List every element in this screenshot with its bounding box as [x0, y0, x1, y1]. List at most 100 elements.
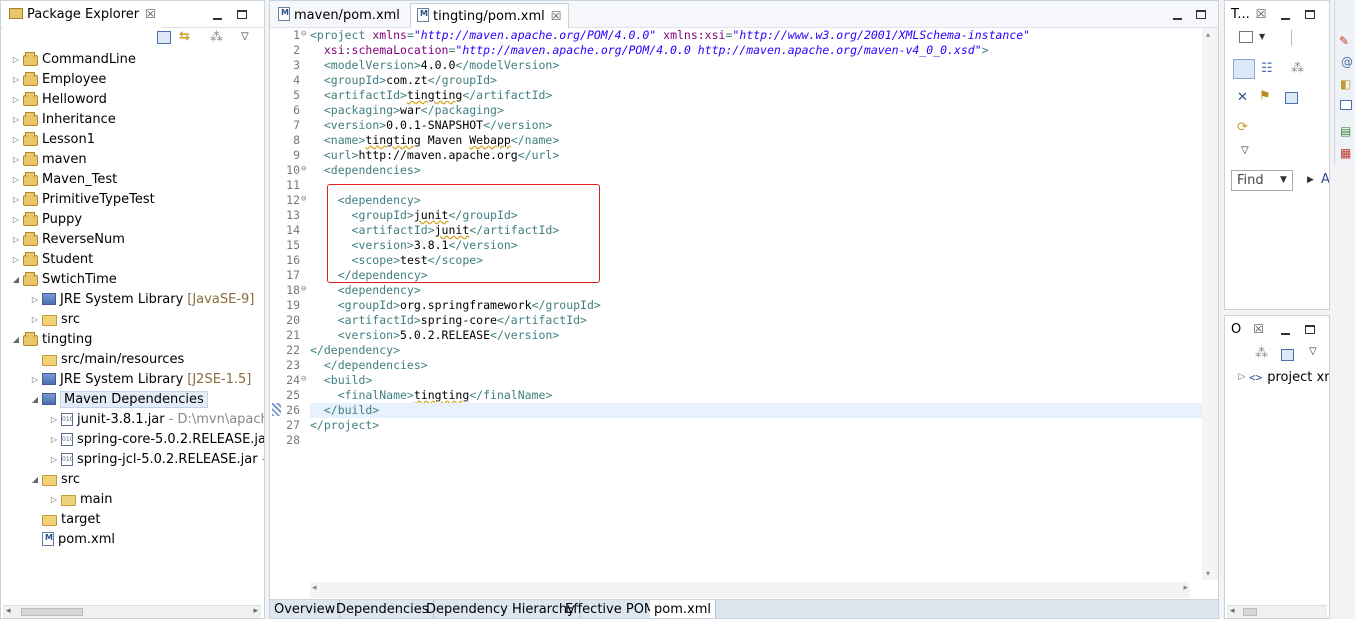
- code-line[interactable]: <finalName>tingting</finalName>: [310, 388, 553, 402]
- code-line[interactable]: <packaging>war</packaging>: [310, 103, 504, 117]
- code-line[interactable]: <url>http://maven.apache.org</url>: [310, 148, 559, 162]
- categorized-icon[interactable]: [1233, 59, 1255, 79]
- collapse-all-icon[interactable]: [1285, 92, 1298, 104]
- tree-item[interactable]: ◢ SwtichTime: [9, 269, 117, 289]
- expand-arrow-icon[interactable]: ▷: [9, 55, 23, 64]
- tab-dependencies[interactable]: Dependencies: [332, 600, 434, 618]
- at-sign-icon[interactable]: @: [1341, 55, 1353, 69]
- tree-item[interactable]: ▷ 010 spring-core-5.0.2.RELEASE.jar: [47, 429, 264, 449]
- collapse-arrow-icon[interactable]: ◢: [28, 395, 42, 404]
- collapse-arrow-icon[interactable]: ◢: [9, 335, 23, 344]
- collapse-arrow-icon[interactable]: ◢: [28, 475, 42, 484]
- outline-item-project[interactable]: ▷ <> project xn: [1235, 367, 1329, 387]
- tab-overview[interactable]: Overview: [270, 600, 341, 618]
- tree-item[interactable]: ▷ PrimitiveTypeTest: [9, 189, 155, 209]
- package-explorer-tab[interactable]: Package Explorer ☒: [3, 3, 162, 28]
- tab-effective-pom[interactable]: Effective POM: [561, 600, 661, 618]
- tree-item[interactable]: pom.xml: [28, 529, 115, 549]
- minimize-icon[interactable]: [1173, 11, 1182, 25]
- tree-item[interactable]: ▷ ReverseNum: [9, 229, 125, 249]
- scroll-right-icon[interactable]: ▸: [1183, 583, 1188, 593]
- find-dropdown-icon[interactable]: ▼: [1280, 175, 1287, 185]
- focus-icon[interactable]: ⚑: [1259, 89, 1271, 104]
- fold-toggle-icon[interactable]: ⊖: [301, 194, 306, 204]
- expand-arrow-icon[interactable]: ▷: [47, 495, 61, 504]
- code-line[interactable]: <artifactId>tingting</artifactId>: [310, 88, 553, 102]
- code-line[interactable]: <dependencies>: [310, 163, 421, 177]
- close-icon[interactable]: ☒: [1256, 7, 1267, 21]
- tree-item[interactable]: ▷ Lesson1: [9, 129, 95, 149]
- vertical-scrollbar[interactable]: ▴ ▾: [1202, 28, 1218, 580]
- scroll-left-icon[interactable]: ◂: [312, 583, 317, 593]
- view-menu-icon[interactable]: ▽: [1241, 145, 1249, 156]
- maximize-icon[interactable]: [1196, 7, 1206, 21]
- tree-item[interactable]: ◢ Maven Dependencies: [28, 389, 208, 409]
- expand-arrow-icon[interactable]: ▷: [47, 455, 61, 464]
- tree-item[interactable]: src/main/resources: [28, 349, 184, 369]
- expand-arrow-icon[interactable]: ▷: [9, 215, 23, 224]
- scheduled-icon[interactable]: ☷: [1261, 61, 1273, 76]
- tree-item[interactable]: ▷010 spring-jcl-5.0.2.RELEASE.jar - D: [47, 449, 264, 469]
- link-with-editor-icon[interactable]: ⇆: [179, 29, 190, 44]
- expand-arrow-icon[interactable]: ▷: [47, 435, 61, 444]
- scroll-down-icon[interactable]: ▾: [1206, 569, 1210, 578]
- expand-arrow-icon[interactable]: ▷: [9, 95, 23, 104]
- task-list-tab[interactable]: T... ☒: [1227, 3, 1273, 28]
- tree-item[interactable]: ◢ tingting: [9, 329, 92, 349]
- maximize-icon[interactable]: [1305, 7, 1315, 21]
- tree-item[interactable]: ▷ Student: [9, 249, 93, 269]
- close-icon[interactable]: ☒: [551, 9, 562, 23]
- dropdown-icon[interactable]: ▼: [1259, 32, 1265, 41]
- tab-pom-xml[interactable]: pom.xml: [650, 600, 716, 618]
- tree-item[interactable]: ▷ main: [47, 489, 113, 509]
- code-line[interactable]: <version>0.0.1-SNAPSHOT</version>: [310, 118, 553, 132]
- working-sets-icon[interactable]: ⁂: [1291, 61, 1304, 76]
- code-line[interactable]: xsi:schemaLocation="http://maven.apache.…: [310, 43, 989, 57]
- code-line[interactable]: <artifactId>spring-core</artifactId>: [310, 313, 587, 327]
- console-icon[interactable]: [1340, 100, 1352, 110]
- tree-item[interactable]: ▷ Maven_Test: [9, 169, 117, 189]
- fold-toggle-icon[interactable]: ⊖: [301, 164, 306, 174]
- view-menu-icon[interactable]: ▽: [1309, 346, 1317, 357]
- collapse-all-icon[interactable]: [157, 31, 171, 44]
- expand-arrow-icon[interactable]: ▷: [47, 415, 61, 424]
- tree-item[interactable]: ▷ Helloword: [9, 89, 107, 109]
- code-line[interactable]: </dependency>: [310, 343, 400, 357]
- tree-item[interactable]: ▷ maven: [9, 149, 87, 169]
- code-line[interactable]: </project>: [310, 418, 379, 432]
- maximize-icon[interactable]: [237, 7, 247, 21]
- tree-item[interactable]: target: [28, 509, 101, 529]
- scroll-left-icon[interactable]: ◂: [6, 606, 11, 616]
- view-menu-icon[interactable]: ▽: [241, 31, 249, 42]
- xml-source-editor[interactable]: 1 ⊖ <project xmlns="http://maven.apache.or…: [270, 28, 1218, 580]
- fold-toggle-icon[interactable]: ⊖: [301, 284, 306, 294]
- tree-item[interactable]: ▷ Puppy: [9, 209, 82, 229]
- tree-item[interactable]: ◢ src: [28, 469, 80, 489]
- collapse-all-icon[interactable]: [1281, 349, 1294, 361]
- collapse-arrow-icon[interactable]: ◢: [9, 275, 23, 284]
- scroll-thumb[interactable]: [21, 608, 83, 616]
- problems-icon[interactable]: ▦: [1340, 146, 1351, 160]
- scroll-right-icon[interactable]: ▸: [253, 606, 258, 616]
- scroll-up-icon[interactable]: ▴: [1206, 30, 1210, 39]
- tree-item[interactable]: ▷ JRE System Library [J2SE-1.5]: [28, 369, 251, 389]
- sync-icon[interactable]: ⟳: [1237, 120, 1248, 135]
- tree-item[interactable]: ▷ Employee: [9, 69, 106, 89]
- code-line[interactable]: <name>tingting Maven Webapp</name>: [310, 133, 559, 147]
- expand-arrow-icon[interactable]: ▷: [28, 315, 42, 324]
- close-icon[interactable]: ☒: [1253, 322, 1264, 336]
- progress-icon[interactable]: ▤: [1340, 124, 1351, 138]
- maximize-icon[interactable]: [1305, 322, 1315, 336]
- tab-dependency-hierarchy[interactable]: Dependency Hierarchy: [422, 600, 580, 618]
- horizontal-scrollbar[interactable]: ◂ ▸: [310, 582, 1190, 598]
- tree-item[interactable]: ▷ JRE System Library [JavaSE-9]: [28, 289, 254, 309]
- fold-toggle-icon[interactable]: ⊖: [301, 29, 306, 39]
- tab-maven-pom[interactable]: maven/pom.xml: [272, 3, 406, 28]
- tree-item[interactable]: ▷ CommandLine: [9, 49, 136, 69]
- tree-item[interactable]: ▷010 junit-3.8.1.jar- D:\mvn\apache: [47, 409, 264, 429]
- outline-tab[interactable]: O ☒: [1227, 318, 1270, 343]
- tree-item[interactable]: ▷ src: [28, 309, 80, 329]
- expand-arrow-icon[interactable]: ▷: [9, 115, 23, 124]
- scroll-left-icon[interactable]: ◂: [1230, 606, 1235, 616]
- code-line[interactable]: <version>5.0.2.RELEASE</version>: [310, 328, 560, 342]
